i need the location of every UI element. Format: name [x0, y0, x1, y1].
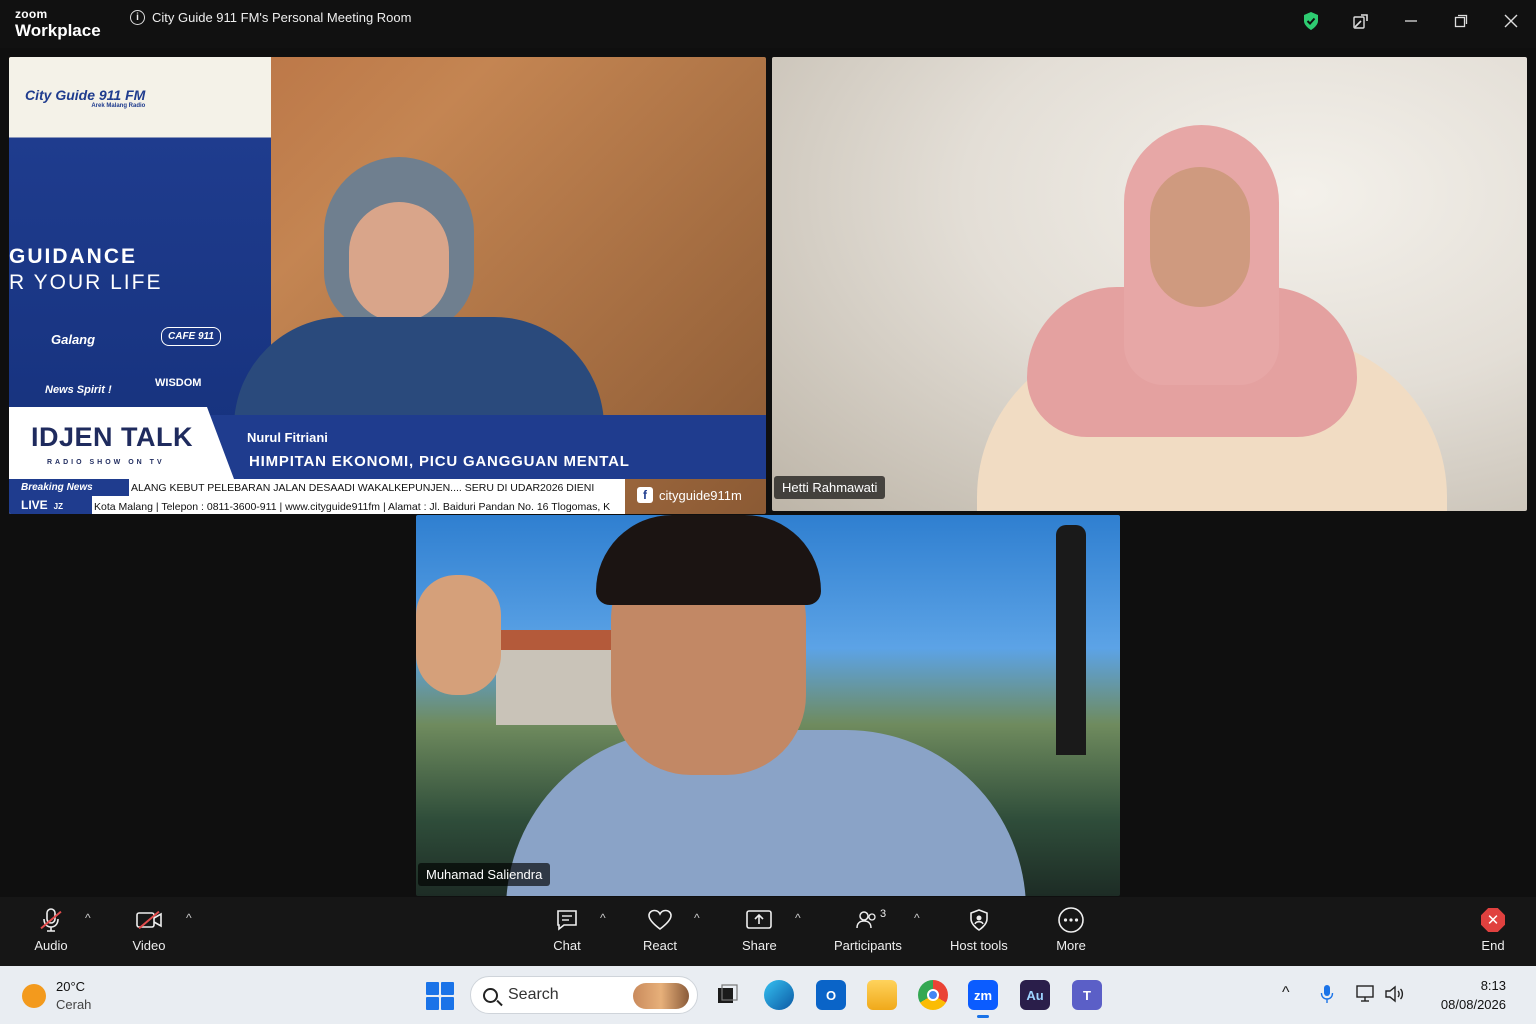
studio-banner: City Guide 911 FM Arek Malang Radio GUID…	[9, 57, 271, 422]
headline: HIMPITAN EKONOMI, PICU GANGGUAN MENTAL	[249, 453, 630, 470]
zoom-logo: zoom Workplace	[15, 8, 101, 39]
task-view-icon[interactable]	[712, 980, 742, 1010]
close-icon[interactable]	[1486, 0, 1536, 42]
window-controls	[1286, 0, 1536, 42]
end-icon: ✕	[1476, 905, 1510, 935]
video-tile-hetti[interactable]: Hetti Rahmawati	[772, 57, 1527, 511]
chat-button[interactable]: Chat	[550, 905, 584, 953]
participants-count: 3	[879, 908, 887, 920]
program-logo: WISDOM	[155, 377, 202, 389]
slogan-line-2: R YOUR LIFE	[9, 271, 163, 294]
search-highlight-image	[633, 983, 689, 1009]
weather-temperature: 20°C	[56, 979, 86, 994]
taskbar-search[interactable]: Search	[470, 976, 698, 1014]
slogan-line-1: GUIDANCE	[9, 245, 138, 268]
host-tools-button[interactable]: Host tools	[950, 905, 1008, 953]
sun-icon	[22, 983, 46, 1008]
windows-start-icon[interactable]	[426, 982, 454, 1010]
show-subtitle: RADIO SHOW ON TV	[47, 459, 165, 466]
brand-small: zoom	[15, 7, 48, 21]
video-options-chevron-icon[interactable]: ^	[186, 911, 192, 925]
social-handle: f cityguide911m	[637, 487, 742, 503]
search-placeholder: Search	[508, 986, 559, 1003]
info-icon[interactable]: i	[130, 10, 145, 25]
outlook-icon[interactable]: O	[816, 980, 846, 1010]
ticker-label: Breaking News	[9, 479, 129, 496]
participants-icon: 3	[851, 905, 887, 935]
system-clock[interactable]: 8:13 08/08/2026	[1441, 977, 1506, 1015]
zoom-app-icon[interactable]: zm	[968, 980, 998, 1018]
program-logo: CAFE 911	[161, 327, 221, 346]
video-button[interactable]: Video	[132, 905, 166, 953]
more-icon	[1054, 905, 1088, 935]
minimize-icon[interactable]	[1386, 0, 1436, 42]
audition-icon[interactable]: Au	[1020, 980, 1050, 1010]
host-name: Nurul Fitriani	[247, 430, 328, 445]
brand-big: Workplace	[15, 21, 101, 40]
clock-time: 8:13	[1480, 978, 1506, 993]
participants-options-chevron-icon[interactable]: ^	[914, 911, 920, 925]
search-icon	[483, 987, 498, 1003]
share-button[interactable]: Share	[742, 905, 777, 953]
react-button[interactable]: React	[643, 905, 677, 953]
more-button[interactable]: More	[1054, 905, 1088, 953]
pop-out-icon[interactable]	[1336, 0, 1386, 42]
edge-icon[interactable]	[764, 980, 794, 1010]
heart-icon	[643, 905, 677, 935]
participant-name-tag: Hetti Rahmawati	[774, 476, 886, 499]
participants-button[interactable]: 3 Participants	[834, 905, 902, 953]
video-tile-muhamad[interactable]: Muhamad Saliendra	[416, 515, 1120, 896]
meeting-title: City Guide 911 FM's Personal Meeting Roo…	[152, 10, 412, 25]
video-tile-nurul[interactable]: City Guide 911 FM Arek Malang Radio GUID…	[9, 57, 766, 514]
teams-icon[interactable]: T	[1072, 980, 1102, 1010]
clock-date: 08/08/2026	[1440, 996, 1506, 1012]
windows-taskbar: 20°C Cerah Search O zm Au T ^ 8:13 08/08…	[0, 966, 1536, 1024]
show-title: IDJEN TALK	[31, 422, 194, 452]
camera-off-icon	[132, 905, 166, 935]
chat-icon	[550, 905, 584, 935]
meeting-info[interactable]: i City Guide 911 FM's Personal Meeting R…	[130, 10, 411, 25]
chat-options-chevron-icon[interactable]: ^	[600, 911, 606, 925]
program-logo: News Spirit !	[45, 384, 112, 396]
title-bar: zoom Workplace i City Guide 911 FM's Per…	[0, 0, 1536, 48]
audio-button[interactable]: Audio	[34, 905, 68, 953]
shield-icon	[962, 905, 996, 935]
maximize-icon[interactable]	[1436, 0, 1486, 42]
participant-name-tag: Muhamad Saliendra	[418, 863, 551, 886]
live-badge: LIVE JZ	[9, 496, 92, 514]
audio-options-chevron-icon[interactable]: ^	[85, 911, 91, 925]
ticker-line-2: Kota Malang | Telepon : 0811-3600-911 | …	[94, 501, 611, 513]
participant-video	[234, 157, 604, 427]
meeting-toolbar: Audio ^ Video ^ Chat ^ React ^ Share ^ 3…	[0, 897, 1536, 966]
end-meeting-button[interactable]: ✕ End	[1476, 905, 1510, 953]
show-hidden-icons-chevron-icon[interactable]: ^	[1282, 984, 1290, 1002]
chrome-icon[interactable]	[918, 980, 948, 1010]
ticker-line-1: ALANG KEBUT PELEBARAN JALAN DESAADI WAKA…	[131, 482, 595, 494]
share-screen-icon	[742, 905, 776, 935]
news-ticker: Breaking News LIVE JZ ALANG KEBUT PELEBAR…	[9, 479, 625, 514]
react-options-chevron-icon[interactable]: ^	[694, 911, 700, 925]
weather-widget[interactable]: 20°C Cerah	[22, 978, 91, 1013]
station-logo: City Guide 911 FM Arek Malang Radio	[25, 87, 146, 109]
encryption-shield-icon[interactable]	[1286, 0, 1336, 42]
network-icon[interactable]	[1356, 984, 1378, 1009]
program-logo: Galang	[51, 332, 96, 347]
volume-icon[interactable]	[1384, 984, 1406, 1009]
share-options-chevron-icon[interactable]: ^	[795, 911, 801, 925]
microphone-tray-icon[interactable]	[1320, 984, 1334, 1009]
weather-condition: Cerah	[56, 996, 92, 1012]
file-explorer-icon[interactable]	[867, 980, 897, 1010]
microphone-muted-icon	[34, 905, 68, 935]
facebook-icon: f	[637, 487, 653, 503]
